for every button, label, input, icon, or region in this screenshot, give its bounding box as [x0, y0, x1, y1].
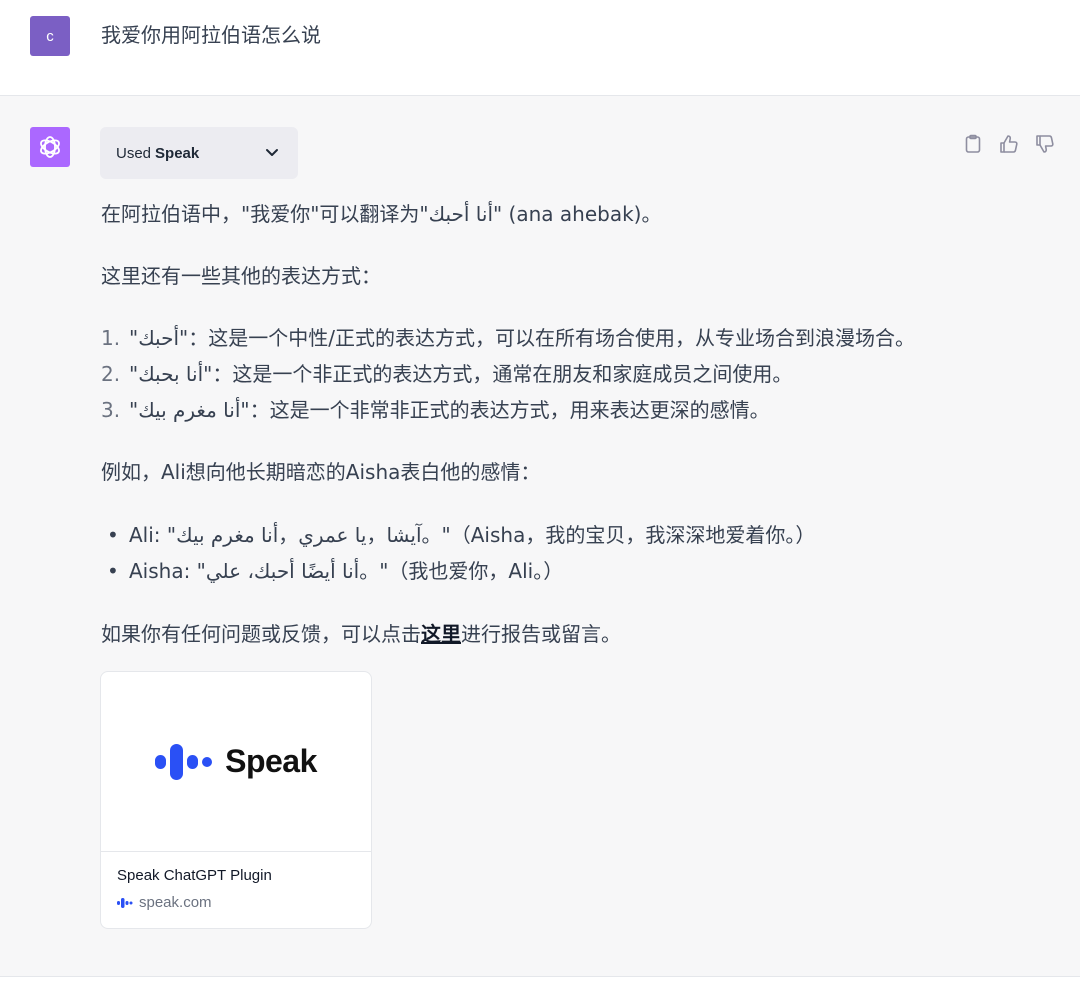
list-item: • Ali: "آيشا，يا عمري，أنا مغرم بيك。"（Aisha… [101, 517, 815, 553]
plugin-name: Speak [155, 144, 200, 162]
thumbs-up-icon[interactable] [998, 133, 1020, 155]
used-plugin-dropdown[interactable]: Used Speak [100, 127, 298, 179]
thumbs-down-icon[interactable] [1034, 133, 1056, 155]
bullet: • [107, 523, 119, 547]
expressions-ordered-list: 1. "أحبك"：这是一个中性/正式的表达方式，可以在所有场合使用，从专业场合到… [101, 320, 915, 428]
speak-favicon-icon [117, 897, 133, 908]
paragraph-other-expressions: 这里还有一些其他的表达方式： [101, 264, 381, 288]
assistant-message-row: Used Speak 在阿拉伯语中，"我爱你"可以翻译为"أنا أحبك" (… [0, 96, 1080, 976]
clipboard-icon[interactable] [962, 133, 984, 155]
chatgpt-logo-icon [30, 127, 70, 167]
speak-logo-banner: Speak [101, 672, 371, 852]
used-label: Used [116, 144, 152, 162]
list-number: 1. [101, 326, 121, 350]
list-number: 2. [101, 362, 121, 386]
paragraph-feedback: 如果你有任何问题或反馈，可以点击这里进行报告或留言。 [101, 616, 621, 652]
paragraph-translation: 在阿拉伯语中，"我爱你"可以翻译为"أنا أحبك" (ana ahebak)… [101, 202, 662, 226]
speak-logo-icon [155, 743, 213, 780]
list-number: 3. [101, 398, 121, 422]
feedback-link[interactable]: 这里 [421, 622, 461, 646]
list-item: • Aisha: "أنا أيضًا أحبك، علي。"（我也爱你，Ali。… [101, 553, 815, 589]
example-dialogue-list: • Ali: "آيشا，يا عمري，أنا مغرم بيك。"（Aisha… [101, 517, 815, 589]
list-item-text: "أحبك"：这是一个中性/正式的表达方式，可以在所有场合使用，从专业场合到浪漫… [129, 326, 915, 350]
card-title: Speak ChatGPT Plugin [117, 867, 272, 884]
list-item-text: Aisha: "أنا أيضًا أحبك، علي。"（我也爱你，Ali。） [129, 559, 564, 583]
user-avatar: c [30, 16, 70, 56]
user-message-row: c 我爱你用阿拉伯语怎么说 [0, 0, 1080, 96]
card-domain: speak.com [117, 894, 212, 911]
card-domain-text: speak.com [139, 894, 212, 911]
speak-logo-text: Speak [225, 743, 317, 779]
feedback-text-before: 如果你有任何问题或反馈，可以点击 [101, 622, 421, 646]
list-item-text: Ali: "آيشا，يا عمري，أنا مغرم بيك。"（Aisha，… [129, 523, 816, 547]
list-item: 2. "أنا بحبك"：这是一个非正式的表达方式，通常在朋友和家庭成员之间使用… [101, 356, 915, 392]
message-actions [962, 133, 1056, 155]
chevron-down-icon [264, 144, 280, 164]
list-item: 1. "أحبك"：这是一个中性/正式的表达方式，可以在所有场合使用，从专业场合到… [101, 320, 915, 356]
bullet: • [107, 559, 119, 583]
list-item-text: "أنا بحبك"：这是一个非正式的表达方式，通常在朋友和家庭成员之间使用。 [129, 362, 793, 386]
bottom-divider [0, 976, 1080, 981]
speak-plugin-card[interactable]: Speak Speak ChatGPT Plugin speak.com [100, 671, 372, 929]
feedback-text-after: 进行报告或留言。 [461, 622, 621, 646]
user-message-text: 我爱你用阿拉伯语怎么说 [101, 23, 321, 47]
list-item: 3. "أنا مغرم بيك"：这是一个非常非正式的表达方式，用来表达更深的感… [101, 392, 915, 428]
paragraph-example-intro: 例如，Ali想向他长期暗恋的Aisha表白他的感情： [101, 460, 541, 484]
list-item-text: "أنا مغرم بيك"：这是一个非常非正式的表达方式，用来表达更深的感情。 [129, 398, 770, 422]
